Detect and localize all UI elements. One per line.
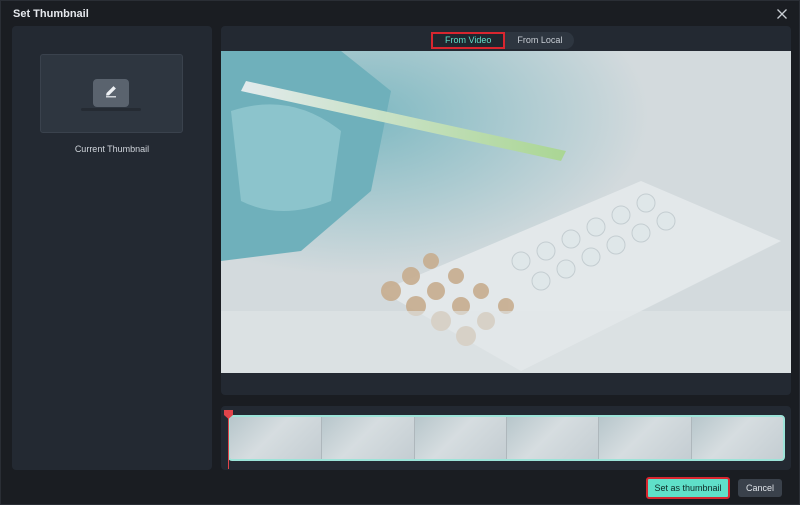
pencil-icon (103, 83, 119, 104)
cancel-button[interactable]: Cancel (738, 479, 782, 497)
title-bar: Set Thumbnail (1, 1, 799, 27)
playhead-handle-icon[interactable] (224, 406, 233, 419)
edit-thumbnail-button[interactable] (93, 79, 129, 107)
set-thumbnail-dialog: Set Thumbnail Current Thumbnail From Vid… (0, 0, 800, 505)
current-thumbnail-label: Current Thumbnail (74, 144, 150, 154)
source-tabs: From Video From Local (431, 32, 575, 49)
frame-thumbnail[interactable] (691, 417, 783, 459)
tab-from-local[interactable]: From Local (505, 32, 574, 49)
dialog-title: Set Thumbnail (13, 8, 89, 20)
current-thumbnail-panel: Current Thumbnail (12, 26, 212, 470)
frame-strip[interactable] (228, 415, 785, 461)
tab-from-video[interactable]: From Video (431, 32, 506, 49)
preview-panel: From Video From Local (221, 26, 791, 395)
frame-thumbnail[interactable] (230, 417, 323, 459)
frame-thumbnail[interactable] (506, 417, 600, 459)
current-thumbnail-preview[interactable] (40, 54, 183, 133)
frame-thumbnail[interactable] (414, 417, 507, 459)
frame-thumbnail[interactable] (322, 417, 415, 459)
set-as-thumbnail-button[interactable]: Set as thumbnail (646, 477, 730, 499)
thumbnail-underline (81, 108, 141, 111)
lab-scene-image (221, 51, 791, 373)
frame-thumbnail[interactable] (599, 417, 692, 459)
video-preview[interactable] (221, 51, 791, 373)
playhead-line[interactable] (228, 411, 229, 469)
close-icon[interactable] (773, 5, 791, 23)
